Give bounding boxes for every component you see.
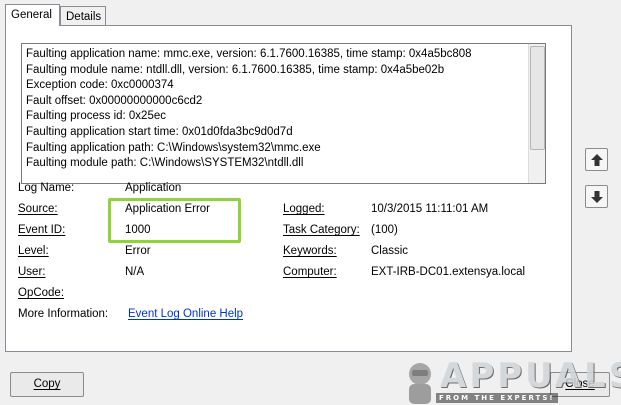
description-line: Faulting module name: ntdll.dll, version… <box>26 63 445 76</box>
event-id-label: Event ID: <box>18 224 66 236</box>
opcode-label: OpCode: <box>18 287 65 299</box>
log-name-value: Application <box>125 182 182 194</box>
user-value: N/A <box>125 266 145 278</box>
task-category-value: (100) <box>371 224 398 236</box>
description-line: Faulting application path: C:\Windows\sy… <box>26 141 321 154</box>
previous-event-button[interactable] <box>585 148 608 171</box>
arrow-down-icon <box>591 191 603 203</box>
tab-details[interactable]: Details <box>60 6 106 26</box>
next-event-button[interactable] <box>585 185 608 208</box>
logged-label: Logged: <box>283 203 325 215</box>
scrollbar-track-bottom <box>529 153 545 183</box>
level-label: Level: <box>18 245 49 257</box>
logged-value: 10/3/2015 11:11:01 AM <box>371 203 489 215</box>
computer-value: EXT-IRB-DC01.extensya.local <box>371 266 526 278</box>
keywords-label: Keywords: <box>283 245 337 257</box>
event-properties-panel: Faulting application name: mmc.exe, vers… <box>5 25 572 352</box>
copy-button[interactable]: Copy <box>10 372 84 397</box>
description-text: Faulting application name: mmc.exe, vers… <box>26 47 527 172</box>
description-line: Faulting module path: C:\Windows\SYSTEM3… <box>26 157 304 170</box>
description-line: Faulting process id: 0x25ec <box>26 110 166 123</box>
description-line: Faulting application name: mmc.exe, vers… <box>26 48 472 60</box>
description-scrollbar[interactable] <box>528 44 545 183</box>
tab-general[interactable]: General <box>5 4 60 26</box>
watermark-tagline: FROM THE EXPERTS! <box>436 393 558 403</box>
log-name-label: Log Name: <box>18 182 75 194</box>
keywords-value: Classic <box>371 245 409 257</box>
scrollbar-thumb[interactable] <box>530 46 545 150</box>
computer-label: Computer: <box>283 266 337 278</box>
user-label: User: <box>18 266 46 278</box>
event-log-online-help-link[interactable]: Event Log Online Help <box>128 307 243 321</box>
arrow-up-icon <box>591 154 603 166</box>
level-value: Error <box>125 245 151 257</box>
description-line: Faulting application start time: 0x01d0f… <box>26 125 293 138</box>
highlight-annotation <box>108 198 241 243</box>
more-information-label: More Information: <box>18 308 109 320</box>
description-line: Fault offset: 0x00000000000c6cd2 <box>26 94 203 107</box>
event-description-box[interactable]: Faulting application name: mmc.exe, vers… <box>21 43 546 184</box>
source-label: Source: <box>18 203 58 215</box>
description-line: Exception code: 0xc0000374 <box>26 79 174 92</box>
watermark-logo-text: APPUALS <box>440 356 621 396</box>
watermark-mascot-icon <box>409 363 431 404</box>
task-category-label: Task Category: <box>283 224 360 236</box>
copy-button-label: Copy <box>33 378 61 390</box>
